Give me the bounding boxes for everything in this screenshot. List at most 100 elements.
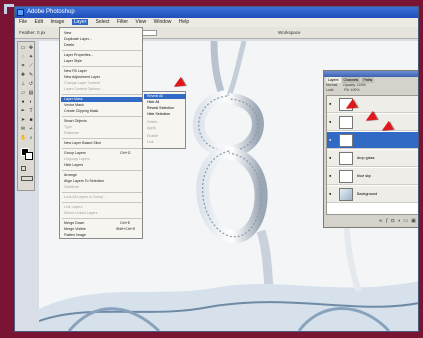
menu-item-new-fill-layer[interactable]: New Fill Layer bbox=[64, 69, 142, 74]
menu-item-change-layer-content[interactable]: Change Layer Content bbox=[64, 81, 142, 86]
menu-item-link-layers[interactable]: Link Layers bbox=[64, 205, 142, 210]
eye-icon[interactable]: ● bbox=[329, 192, 334, 196]
menu-item-vector-mask[interactable]: Vector Mask bbox=[64, 103, 142, 108]
menu-item-layer-content-options[interactable]: Layer Content Options... bbox=[64, 87, 142, 92]
menu-item-layer-mask[interactable]: Layer Mask bbox=[61, 97, 143, 102]
eye-icon[interactable]: ● bbox=[329, 156, 334, 160]
marquee-tool-icon[interactable]: ▭ bbox=[20, 45, 26, 51]
submenu-item-apply[interactable]: Apply bbox=[144, 126, 186, 131]
lasso-tool-icon[interactable]: ◌ bbox=[20, 54, 26, 60]
tools-panel: ▭ ✥ ◌ ✦ ⌗ ⟋ ✚ ✎ ⊥ ↺ ▱ ▤ ● ◐ ✒ T ➤ ■ ✉ ⌿ … bbox=[17, 41, 35, 191]
menu-select[interactable]: Select bbox=[96, 19, 110, 25]
brush-tool-icon[interactable]: ✎ bbox=[28, 72, 34, 78]
menu-filter[interactable]: Filter bbox=[117, 19, 128, 25]
menu-separator bbox=[62, 148, 142, 149]
eyedropper-tool-icon[interactable]: ⌿ bbox=[28, 126, 34, 132]
heal-tool-icon[interactable]: ✚ bbox=[20, 72, 26, 78]
menu-item-duplicate-layer[interactable]: Duplicate Layer... bbox=[64, 37, 142, 42]
pen-tool-icon[interactable]: ✒ bbox=[20, 108, 26, 114]
folder-icon[interactable]: ▭ bbox=[403, 218, 411, 224]
menu-item-rasterize[interactable]: Rasterize bbox=[64, 131, 142, 136]
menu-item-select-linked-layers[interactable]: Select Linked Layers bbox=[64, 211, 142, 216]
history-brush-icon[interactable]: ↺ bbox=[28, 81, 34, 87]
menu-separator bbox=[62, 218, 142, 219]
new-layer-icon[interactable]: ▣ bbox=[411, 218, 418, 224]
menu-separator bbox=[62, 50, 142, 51]
layer-row[interactable]: ● Background bbox=[327, 186, 418, 203]
menu-item-distribute[interactable]: Distribute bbox=[64, 185, 142, 190]
menu-item-create-clipping-mask[interactable]: Create Clipping Mask bbox=[64, 109, 142, 114]
hand-tool-icon[interactable]: ✋ bbox=[20, 135, 26, 141]
blend-mode-select[interactable]: Normal bbox=[326, 83, 337, 87]
crop-tool-icon[interactable]: ⌗ bbox=[20, 63, 26, 69]
menu-item-new[interactable]: New bbox=[64, 31, 142, 36]
zoom-tool-icon[interactable]: ⌕ bbox=[28, 135, 34, 141]
menu-edit[interactable]: Edit bbox=[34, 19, 43, 25]
submenu-item-reveal-selection[interactable]: Reveal Selection bbox=[144, 106, 186, 111]
menu-separator bbox=[62, 116, 142, 117]
menu-item-layer-properties[interactable]: Layer Properties... bbox=[64, 53, 142, 58]
title-bar: Adobe Photoshop bbox=[15, 7, 418, 18]
menu-item-hide-layers[interactable]: Hide Layers bbox=[64, 163, 142, 168]
menu-item-arrange[interactable]: Arrange bbox=[64, 173, 142, 178]
layer-thumbnail bbox=[339, 134, 353, 147]
menu-item-flatten-image[interactable]: Flatten Image bbox=[64, 233, 142, 238]
eye-icon[interactable]: ● bbox=[329, 174, 334, 178]
layer-row[interactable]: ● drop glass bbox=[327, 150, 418, 167]
menu-item-new-adjustment-layer[interactable]: New Adjustment Layer bbox=[64, 75, 142, 80]
menu-separator bbox=[62, 192, 142, 193]
menu-item-type[interactable]: Type bbox=[64, 125, 142, 130]
layer-thumbnail bbox=[339, 116, 353, 129]
fill-field[interactable]: Fill: 100% bbox=[344, 88, 359, 92]
menu-separator bbox=[62, 66, 142, 67]
submenu-item-delete[interactable]: Delete bbox=[144, 120, 186, 125]
menu-help[interactable]: Help bbox=[179, 19, 189, 25]
dodge-tool-icon[interactable]: ◐ bbox=[28, 99, 34, 105]
menu-item-lock-all-layers[interactable]: Lock All Layers in Group... bbox=[64, 195, 142, 200]
eraser-tool-icon[interactable]: ▱ bbox=[20, 90, 26, 96]
eye-icon[interactable]: ● bbox=[329, 120, 334, 124]
menu-window[interactable]: Window bbox=[154, 19, 172, 25]
layers-options: Normal Opacity: 100% Lock: Fill: 100% bbox=[326, 83, 418, 93]
move-tool-icon[interactable]: ✥ bbox=[28, 45, 34, 51]
screen-mode-icon[interactable] bbox=[21, 176, 33, 181]
submenu-item-reveal-all[interactable]: Reveal All bbox=[144, 94, 186, 99]
shortcut-merge-down: Ctrl+E bbox=[120, 221, 131, 225]
layer-name: blue sky bbox=[357, 174, 371, 178]
menu-item-new-layer-based-slice[interactable]: New Layer Based Slice bbox=[64, 141, 142, 146]
menu-item-layer-style[interactable]: Layer Style bbox=[64, 59, 142, 64]
menu-item-align-layers[interactable]: Align Layers To Selection bbox=[64, 179, 142, 184]
path-select-icon[interactable]: ➤ bbox=[20, 117, 26, 123]
menu-item-delete[interactable]: Delete bbox=[64, 43, 142, 48]
menu-view[interactable]: View bbox=[135, 19, 146, 25]
eye-icon[interactable]: ● bbox=[329, 138, 334, 142]
layer-row-selected[interactable]: ● bbox=[327, 132, 418, 149]
menu-layer[interactable]: Layer bbox=[71, 19, 89, 25]
eye-icon[interactable]: ● bbox=[329, 102, 334, 106]
background-color-swatch[interactable] bbox=[25, 152, 33, 160]
notes-tool-icon[interactable]: ✉ bbox=[20, 126, 26, 132]
submenu-item-hide-selection[interactable]: Hide Selection bbox=[144, 112, 186, 117]
menu-file[interactable]: File bbox=[19, 19, 27, 25]
submenu-item-enable[interactable]: Enable bbox=[144, 134, 186, 139]
quick-mask-icon[interactable] bbox=[21, 166, 26, 171]
lock-label: Lock: bbox=[326, 88, 335, 92]
shape-tool-icon[interactable]: ■ bbox=[28, 117, 34, 123]
menu-item-ungroup-layers[interactable]: Ungroup Layers bbox=[64, 157, 142, 162]
shortcut-merge-visible: Shift+Ctrl+E bbox=[116, 227, 136, 231]
layer-name: drop glass bbox=[357, 156, 375, 160]
type-tool-icon[interactable]: T bbox=[28, 108, 34, 114]
submenu-item-link[interactable]: Link bbox=[144, 140, 186, 145]
opacity-field[interactable]: Opacity: 100% bbox=[343, 83, 366, 87]
stamp-tool-icon[interactable]: ⊥ bbox=[20, 81, 26, 87]
menu-item-smart-objects[interactable]: Smart Objects bbox=[64, 119, 142, 124]
layer-mask-submenu: Reveal All Hide All Reveal Selection Hid… bbox=[142, 91, 186, 149]
submenu-item-hide-all[interactable]: Hide All bbox=[144, 100, 186, 105]
menu-image[interactable]: Image bbox=[50, 19, 64, 25]
gradient-tool-icon[interactable]: ▤ bbox=[28, 90, 34, 96]
wand-tool-icon[interactable]: ✦ bbox=[28, 54, 34, 60]
blur-tool-icon[interactable]: ● bbox=[20, 99, 26, 105]
slice-tool-icon[interactable]: ⟋ bbox=[28, 63, 34, 69]
layer-row[interactable]: ● blue sky bbox=[327, 168, 418, 185]
menu-item-merge-down[interactable]: Merge Down bbox=[64, 221, 142, 226]
